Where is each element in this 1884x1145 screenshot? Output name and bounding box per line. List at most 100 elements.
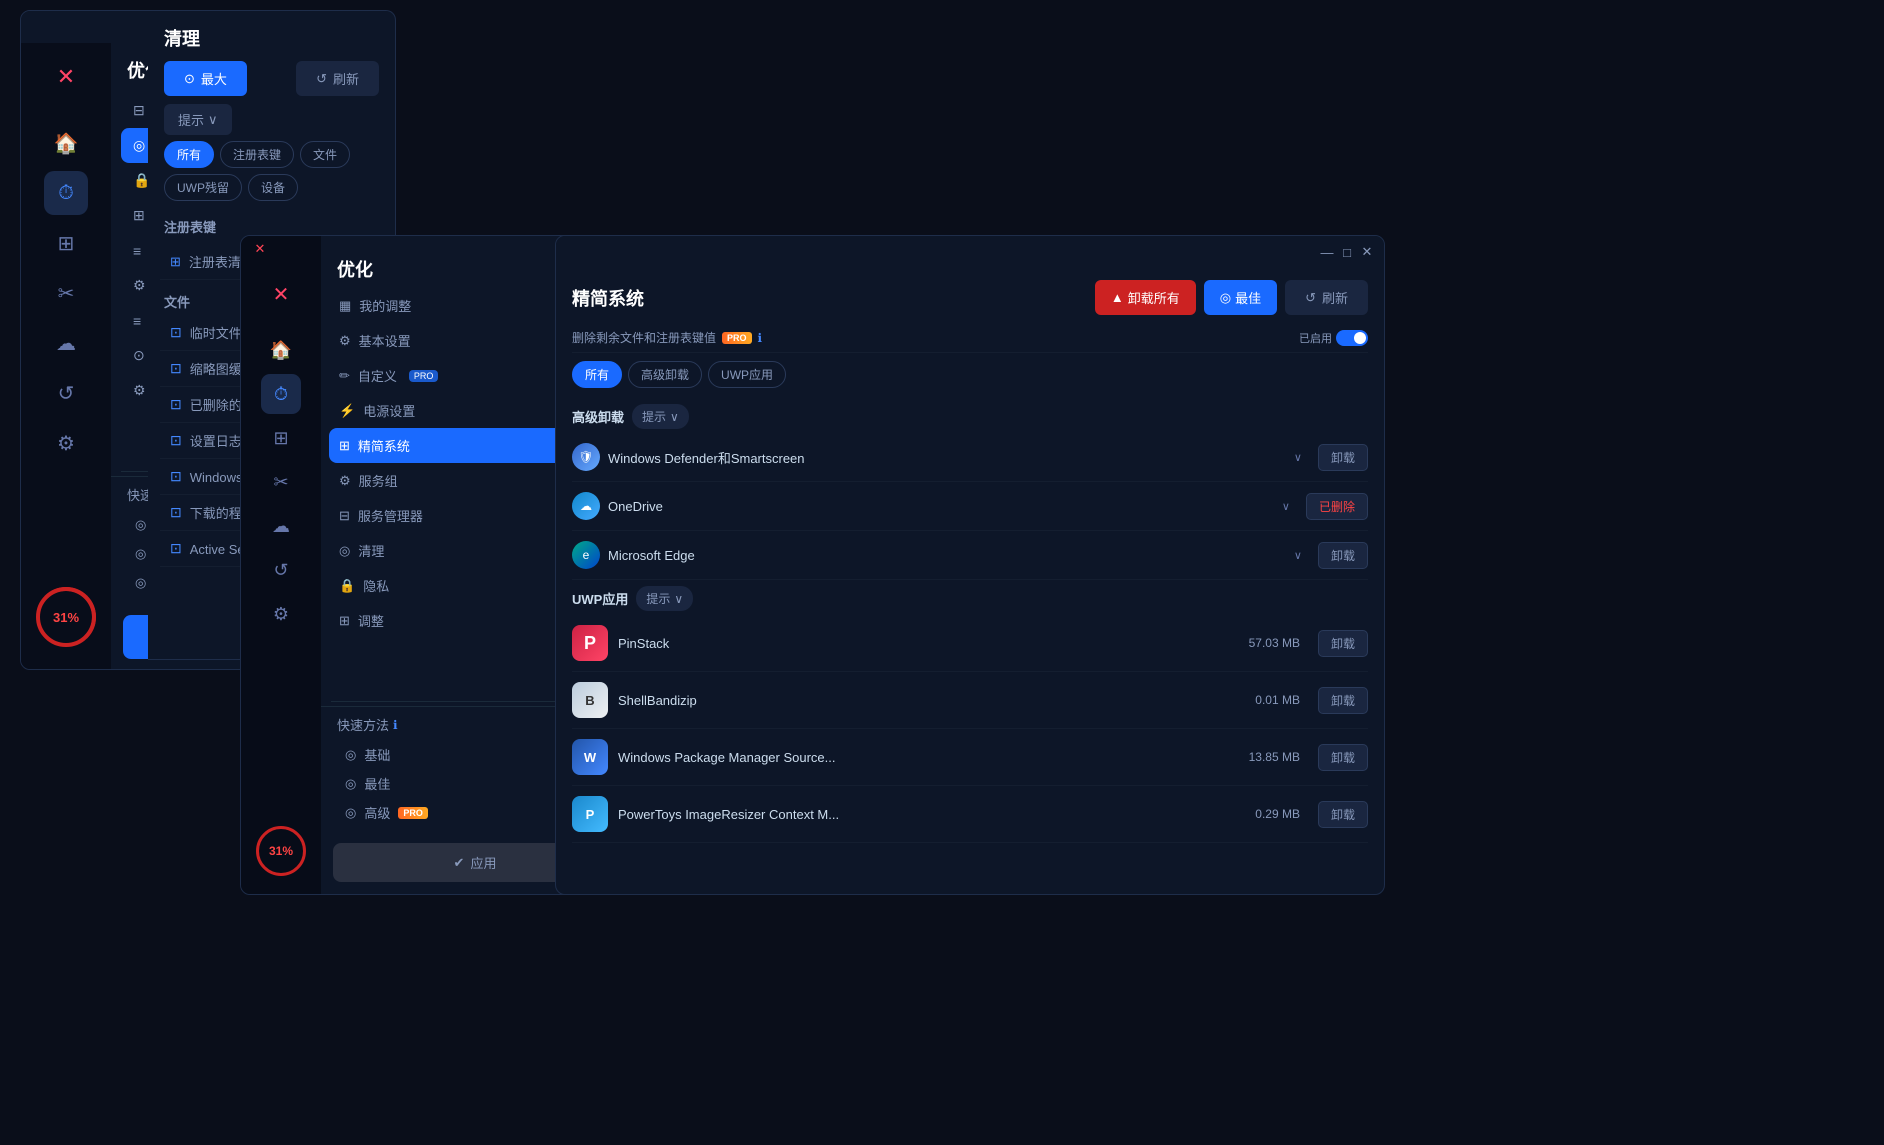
defender-label: Windows Defender和Smartscreen — [608, 448, 1286, 467]
right-filter-all[interactable]: 所有 — [572, 361, 622, 388]
btn-hint-label: 提示 — [178, 110, 204, 129]
mid-brand-icon[interactable]: ✕ — [261, 274, 301, 314]
mid-home-icon[interactable]: 🏠 — [261, 330, 301, 370]
jianxi-title: 精简系统 — [572, 285, 644, 311]
mid-cloud-icon[interactable]: ☁ — [261, 506, 301, 546]
powertoys-size: 0.29 MB — [1255, 807, 1300, 821]
components-icon: ⚙ — [133, 382, 146, 399]
right-refresh-button[interactable]: ↺ 刷新 — [1285, 280, 1368, 315]
powertoys-label: PowerToys ImageResizer Context M... — [618, 807, 1245, 822]
filter-uwp[interactable]: UWP残留 — [164, 174, 242, 201]
service-group-icon: ⚙ — [339, 473, 351, 489]
slim-system-label: 精简系统 — [358, 436, 410, 455]
edge-icon: e — [572, 541, 600, 569]
mid-service-manager-icon: ⊟ — [339, 508, 350, 524]
sidebar-apps-icon[interactable]: ⊞ — [44, 221, 88, 265]
mid-close-button[interactable]: ✕ — [253, 242, 267, 256]
settings-log-icon: ⊡ — [170, 432, 182, 449]
mid-apps-icon[interactable]: ⊞ — [261, 418, 301, 458]
clean-panel-header: 清理 ⊙ 最大 ↺ 刷新 提示 ∨ 所有 注册表键 文件 UWP残留 设备 — [148, 11, 395, 209]
sidebar-restore-icon[interactable]: ↺ — [44, 371, 88, 415]
sidebar-tools-icon[interactable]: ✂ — [44, 271, 88, 315]
mid-optimize-icon[interactable]: ⏱ — [261, 374, 301, 414]
onedrive-deleted-button[interactable]: 已删除 — [1306, 493, 1368, 520]
brand-icon[interactable]: ✕ — [44, 55, 88, 99]
jianxi-header: 精简系统 ▲ 卸载所有 ◎ 最佳 ↺ 刷新 — [572, 268, 1368, 323]
shellbandizip-uninstall-button[interactable]: 卸载 — [1318, 687, 1368, 714]
defender-chevron-icon: ∨ — [1294, 451, 1302, 464]
uwp-section-title: UWP应用 提示 ∨ — [572, 580, 1368, 615]
btn-refresh[interactable]: ↺ 刷新 — [296, 61, 379, 96]
btn-hint[interactable]: 提示 ∨ — [164, 104, 232, 135]
slim-system-icon: ⊞ — [339, 438, 350, 454]
filter-files[interactable]: 文件 — [300, 141, 350, 168]
mid-restore-icon[interactable]: ↺ — [261, 550, 301, 590]
uwp-hint-button[interactable]: 提示 ∨ — [636, 586, 693, 611]
app-winpkg: W Windows Package Manager Source... 13.8… — [572, 729, 1368, 786]
uwp-icon: ⊡ — [170, 396, 182, 413]
app-powertoys: P PowerToys ImageResizer Context M... 0.… — [572, 786, 1368, 843]
custom-icon: ✏ — [339, 368, 350, 384]
btn-max[interactable]: ⊙ 最大 — [164, 61, 247, 96]
onedrive-icon: ☁ — [572, 492, 600, 520]
uwp-hint-label: 提示 — [646, 590, 670, 607]
delete-info-icon: ℹ — [758, 331, 763, 345]
shellbandizip-label: ShellBandizip — [618, 693, 1245, 708]
uninstall-all-button[interactable]: ▲ 卸载所有 — [1095, 280, 1196, 315]
filter-registry[interactable]: 注册表键 — [220, 141, 294, 168]
delete-files-label: 删除剩余文件和注册表键值 — [572, 329, 716, 346]
winpkg-uninstall-button[interactable]: 卸载 — [1318, 744, 1368, 771]
mid-advanced-icon: ◎ — [345, 805, 356, 821]
mid-service-manager-label: 服务管理器 — [358, 506, 423, 525]
right-filter-tabs: 所有 高级卸载 UWP应用 — [572, 361, 1368, 388]
toggle-switch[interactable] — [1336, 330, 1368, 346]
advanced-section-label: 高级卸载 — [572, 407, 624, 426]
edge-uninstall-button[interactable]: 卸载 — [1318, 542, 1368, 569]
service-manager-icon: ⊟ — [133, 102, 145, 119]
advanced-hint-button[interactable]: 提示 ∨ — [632, 404, 689, 429]
mid-tools-icon[interactable]: ✂ — [261, 462, 301, 502]
quick-advanced-icon: ◎ — [135, 575, 146, 591]
right-minimize-button[interactable]: — — [1320, 245, 1334, 259]
app-pinstack: P PinStack 57.03 MB 卸载 — [572, 615, 1368, 672]
sidebar-cloud-icon[interactable]: ☁ — [44, 321, 88, 365]
advanced-section-title: 高级卸载 提示 ∨ — [572, 398, 1368, 433]
mid-advanced-label: 高级 — [364, 803, 390, 822]
sidebar-settings-icon[interactable]: ⚙ — [44, 421, 88, 465]
right-close-button[interactable]: ✕ — [1360, 245, 1374, 259]
right-titlebar: — □ ✕ — [556, 236, 1384, 268]
mid-clean-icon: ◎ — [339, 543, 350, 559]
registry-icon: ⊞ — [170, 254, 181, 270]
filter-devices[interactable]: 设备 — [248, 174, 298, 201]
mid-check-icon: ✔ — [454, 855, 465, 871]
mid-basic-label: 基础 — [364, 745, 390, 764]
cpu-usage-value: 31% — [53, 610, 79, 625]
powertoys-uninstall-button[interactable]: 卸载 — [1318, 801, 1368, 828]
best-button[interactable]: ◎ 最佳 — [1204, 280, 1277, 315]
mid-info-icon: ℹ — [393, 718, 398, 732]
right-maximize-button[interactable]: □ — [1340, 245, 1354, 259]
defender-uninstall-button[interactable]: 卸载 — [1318, 444, 1368, 471]
mid-clean-label: 清理 — [358, 541, 384, 560]
mid-advanced-pro-badge: PRO — [398, 807, 428, 819]
my-adjust-icon: ▦ — [339, 298, 351, 314]
uwp-section-label: UWP应用 — [572, 589, 628, 608]
right-filter-uwp[interactable]: UWP应用 — [708, 361, 786, 388]
mid-basic-icon: ◎ — [345, 747, 356, 763]
max-icon: ⊙ — [184, 71, 195, 87]
sidebar-optimize-icon[interactable]: ⏱ — [44, 171, 88, 215]
service-group-label: 服务组 — [359, 471, 398, 490]
temp-files-label: 临时文件 — [190, 323, 242, 342]
pinstack-uninstall-button[interactable]: 卸载 — [1318, 630, 1368, 657]
thumbnail-icon: ⊡ — [170, 360, 182, 377]
sidebar-home-icon[interactable]: 🏠 — [44, 121, 88, 165]
best-label: 最佳 — [1235, 288, 1261, 307]
winpkg-size: 13.85 MB — [1249, 750, 1300, 764]
mid-settings-icon[interactable]: ⚙ — [261, 594, 301, 634]
right-filter-advanced[interactable]: 高级卸载 — [628, 361, 702, 388]
pinstack-size: 57.03 MB — [1249, 636, 1300, 650]
adjust-icon: ⊞ — [133, 207, 145, 224]
power-label: 电源设置 — [363, 401, 415, 420]
filter-all[interactable]: 所有 — [164, 141, 214, 168]
best-icon: ◎ — [1220, 290, 1231, 306]
